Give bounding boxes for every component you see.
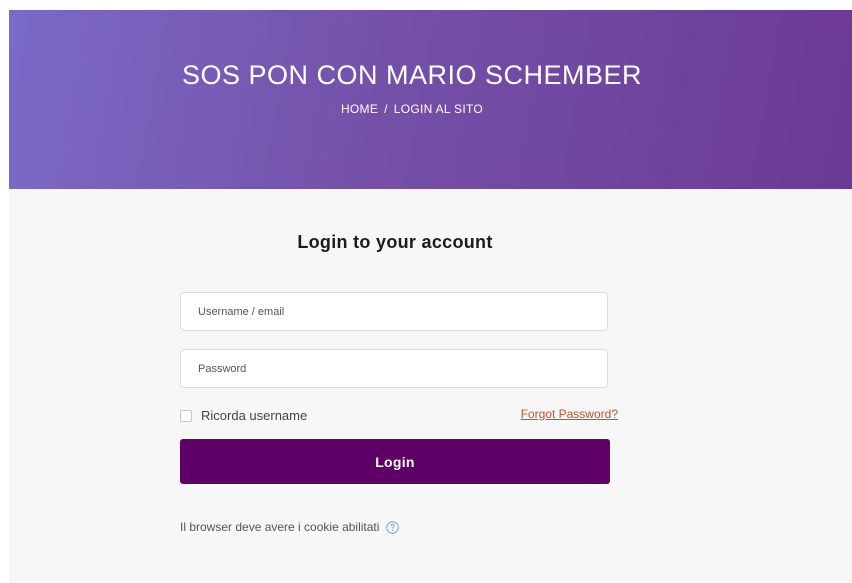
forgot-password-link[interactable]: Forgot Password? [521, 407, 618, 421]
password-input[interactable] [180, 349, 608, 388]
cookie-notice: Il browser deve avere i cookie abilitati [180, 520, 400, 534]
question-circle-icon[interactable] [386, 520, 400, 534]
breadcrumb-home-link[interactable]: HOME [341, 102, 378, 116]
page-header-banner: SOS PON CON MARIO SCHEMBER HOME / LOGIN AL… [9, 10, 852, 189]
login-heading: Login to your account [297, 232, 493, 252]
breadcrumb: HOME / LOGIN AL SITO [9, 102, 815, 116]
breadcrumb-separator: / [384, 102, 388, 116]
cookie-notice-text: Il browser deve avere i cookie abilitati [180, 520, 380, 534]
username-input[interactable] [180, 292, 608, 331]
site-title: SOS PON CON MARIO SCHEMBER [181, 60, 643, 90]
remember-username-checkbox[interactable] [180, 409, 192, 422]
login-button[interactable]: Login [180, 439, 610, 484]
remember-username-option[interactable]: Ricorda username [180, 408, 307, 423]
remember-username-label: Ricorda username [201, 408, 308, 423]
breadcrumb-current: LOGIN AL SITO [393, 102, 484, 116]
